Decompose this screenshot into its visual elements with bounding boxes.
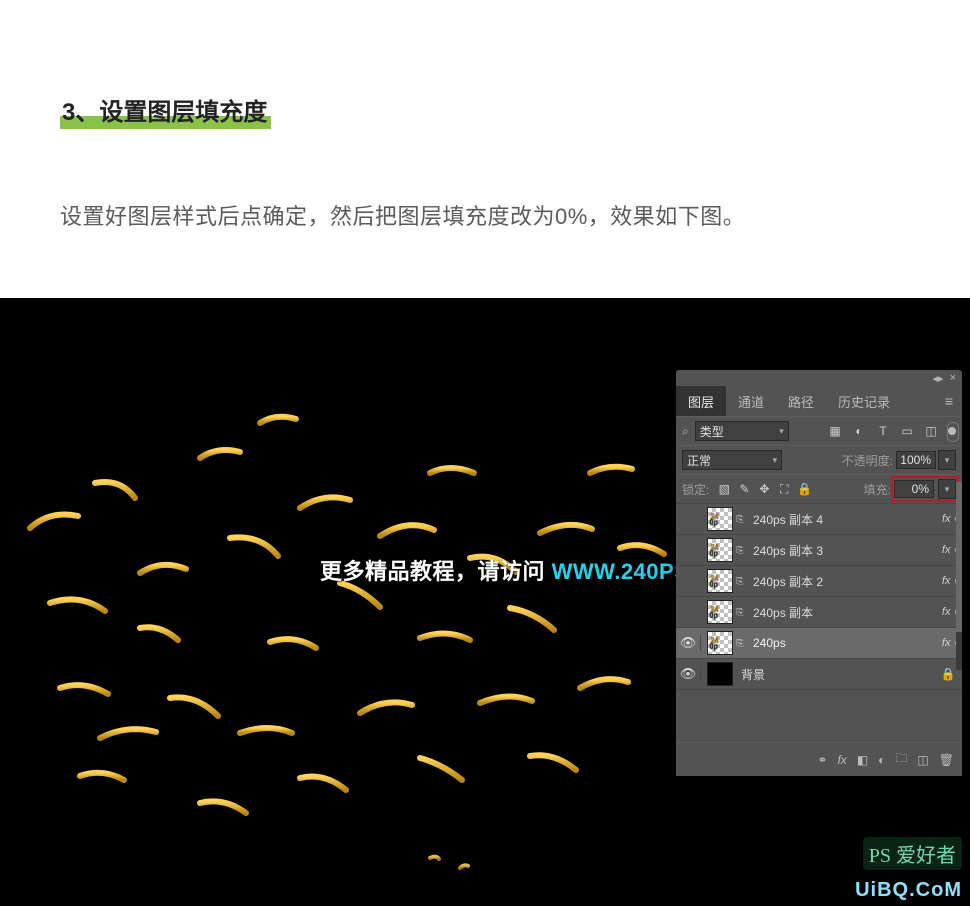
lock-transparency-icon[interactable]: ▧ xyxy=(717,482,731,497)
layer-name[interactable]: 背景 xyxy=(741,666,938,683)
filter-row: ⌕ 类型 ▾ ▦ ◐ T ▭ ◫ xyxy=(676,416,962,445)
link-icon: ⎘ xyxy=(735,545,745,556)
filter-toggle[interactable] xyxy=(948,427,956,435)
layer-name[interactable]: 240ps 副本 2 xyxy=(753,573,942,590)
link-icon: ⎘ xyxy=(735,607,745,618)
fill-highlight-box: 0% ▾ xyxy=(894,479,956,499)
link-layers-icon[interactable]: ⚭ xyxy=(817,753,827,767)
fx-icon[interactable]: fx xyxy=(837,753,846,767)
filter-adjust-icon[interactable]: ◐ xyxy=(852,424,866,438)
layer-thumbnail[interactable]: 240p xyxy=(707,569,733,593)
filter-pixel-icon[interactable]: ▦ xyxy=(828,424,842,438)
fill-label: 填充: xyxy=(864,481,891,498)
visibility-toggle[interactable]: 👁 xyxy=(676,635,701,651)
opacity-input[interactable]: 100% xyxy=(896,451,936,469)
layer-name[interactable]: 240ps 副本 4 xyxy=(753,511,942,528)
blend-mode-select[interactable]: 正常 ▾ xyxy=(682,450,782,470)
fill-input[interactable]: 0% xyxy=(894,480,934,498)
screenshot-area: 更多精品教程，请访问 WWW.240PS.COM ◂▸ × 图层 通道 路径 历… xyxy=(0,298,970,906)
new-layer-icon[interactable]: ◫ xyxy=(917,753,928,767)
tab-channels[interactable]: 通道 xyxy=(726,386,776,416)
lock-artboard-icon[interactable]: ⛶ xyxy=(777,482,791,497)
chevron-down-icon: ▾ xyxy=(945,484,950,495)
layer-list: 👁 240p ⎘ 240ps 副本 4 fx ▾ 👁 240p ⎘ 240ps … xyxy=(676,503,962,689)
filter-icons: ▦ ◐ T ▭ ◫ xyxy=(828,424,956,438)
tab-history[interactable]: 历史记录 xyxy=(826,386,902,416)
mask-icon[interactable]: ◧ xyxy=(857,753,868,767)
search-icon: ⌕ xyxy=(682,424,689,439)
scrollbar-thumb[interactable] xyxy=(956,482,962,632)
group-icon[interactable]: 🗀 xyxy=(895,749,907,770)
visibility-toggle[interactable]: 👁 xyxy=(676,666,701,682)
description-paragraph: 设置好图层样式后点确定，然后把图层填充度改为0%，效果如下图。 xyxy=(60,199,910,234)
blend-mode-label: 正常 xyxy=(687,452,711,469)
panel-window-controls: ◂▸ × xyxy=(676,370,962,386)
fill-dropdown[interactable]: ▾ xyxy=(938,479,956,499)
layer-row[interactable]: 👁 240p ⎘ 240ps 副本 fx ▾ xyxy=(676,596,962,627)
ps-brand-badge: PS 爱好者 xyxy=(863,837,962,870)
panel-body: ⌕ 类型 ▾ ▦ ◐ T ▭ ◫ 正常 ▾ xyxy=(676,416,962,776)
lock-label: 锁定: xyxy=(682,481,709,498)
layer-thumbnail[interactable]: 240p xyxy=(707,538,733,562)
layer-thumbnail[interactable]: 240p xyxy=(707,631,733,655)
layer-thumbnail[interactable]: 240p xyxy=(707,600,733,624)
opacity-label: 不透明度: xyxy=(842,452,893,469)
lock-all-icon[interactable]: 🔒 xyxy=(797,482,811,497)
chevron-down-icon: ▾ xyxy=(945,455,950,466)
panel-tabs: 图层 通道 路径 历史记录 ≡ xyxy=(676,386,962,416)
uibq-text: UiBQ.CoM xyxy=(855,879,962,901)
link-icon: ⎘ xyxy=(735,576,745,587)
layers-scrollbar[interactable] xyxy=(956,482,962,670)
filter-shape-icon[interactable]: ▭ xyxy=(900,424,914,438)
blend-row: 正常 ▾ 不透明度: 100% ▾ xyxy=(676,445,962,474)
tab-paths[interactable]: 路径 xyxy=(776,386,826,416)
trash-icon[interactable]: 🗑 xyxy=(939,753,954,767)
chevron-down-icon: ▾ xyxy=(772,455,777,466)
lock-brush-icon[interactable]: ✎ xyxy=(737,482,751,497)
layer-list-gap xyxy=(676,689,962,742)
panel-footer: ⚭ fx ◧ ◐ 🗀 ◫ 🗑 xyxy=(676,742,962,776)
close-icon[interactable]: × xyxy=(950,372,956,384)
fill-value: 0% xyxy=(912,482,929,496)
layer-row[interactable]: 👁 背景 🔒 xyxy=(676,658,962,689)
layer-name[interactable]: 240ps xyxy=(753,636,942,650)
filter-type-label: 类型 xyxy=(700,423,724,440)
layers-panel: ◂▸ × 图层 通道 路径 历史记录 ≡ ⌕ 类型 ▾ ▦ ◐ T ▭ xyxy=(676,370,962,776)
chevron-down-icon: ▾ xyxy=(779,426,784,437)
layer-thumbnail[interactable]: 240p xyxy=(707,507,733,531)
lock-move-icon[interactable]: ✥ xyxy=(757,482,771,497)
layer-name[interactable]: 240ps 副本 3 xyxy=(753,542,942,559)
opacity-value: 100% xyxy=(900,453,931,467)
layer-name[interactable]: 240ps 副本 xyxy=(753,604,942,621)
section-heading: 3、设置图层填充度 xyxy=(60,92,271,129)
panel-menu-icon[interactable]: ≡ xyxy=(936,393,962,409)
layer-row[interactable]: 👁 240p ⎘ 240ps 副本 4 fx ▾ xyxy=(676,503,962,534)
link-icon: ⎘ xyxy=(735,638,745,649)
filter-smart-icon[interactable]: ◫ xyxy=(924,424,938,438)
adjustment-icon[interactable]: ◐ xyxy=(878,753,885,767)
layer-row[interactable]: 👁 240p ⎘ 240ps 副本 2 fx ▾ xyxy=(676,565,962,596)
lock-icon: 🔒 xyxy=(938,667,958,681)
filter-type-select[interactable]: 类型 ▾ xyxy=(695,421,789,441)
uibq-brand: UiBQ.CoM xyxy=(855,879,962,902)
layer-thumbnail[interactable] xyxy=(707,662,733,686)
opacity-dropdown[interactable]: ▾ xyxy=(938,450,956,470)
tab-layers[interactable]: 图层 xyxy=(676,386,726,416)
lock-row: 锁定: ▧ ✎ ✥ ⛶ 🔒 填充: 0% ▾ xyxy=(676,474,962,503)
layer-row[interactable]: 👁 240p ⎘ 240ps fx ▾ xyxy=(676,627,962,658)
layer-row[interactable]: 👁 240p ⎘ 240ps 副本 3 fx ▾ xyxy=(676,534,962,565)
link-icon: ⎘ xyxy=(735,514,745,525)
collapse-icon[interactable]: ◂▸ xyxy=(933,372,944,385)
filter-text-icon[interactable]: T xyxy=(876,424,890,438)
